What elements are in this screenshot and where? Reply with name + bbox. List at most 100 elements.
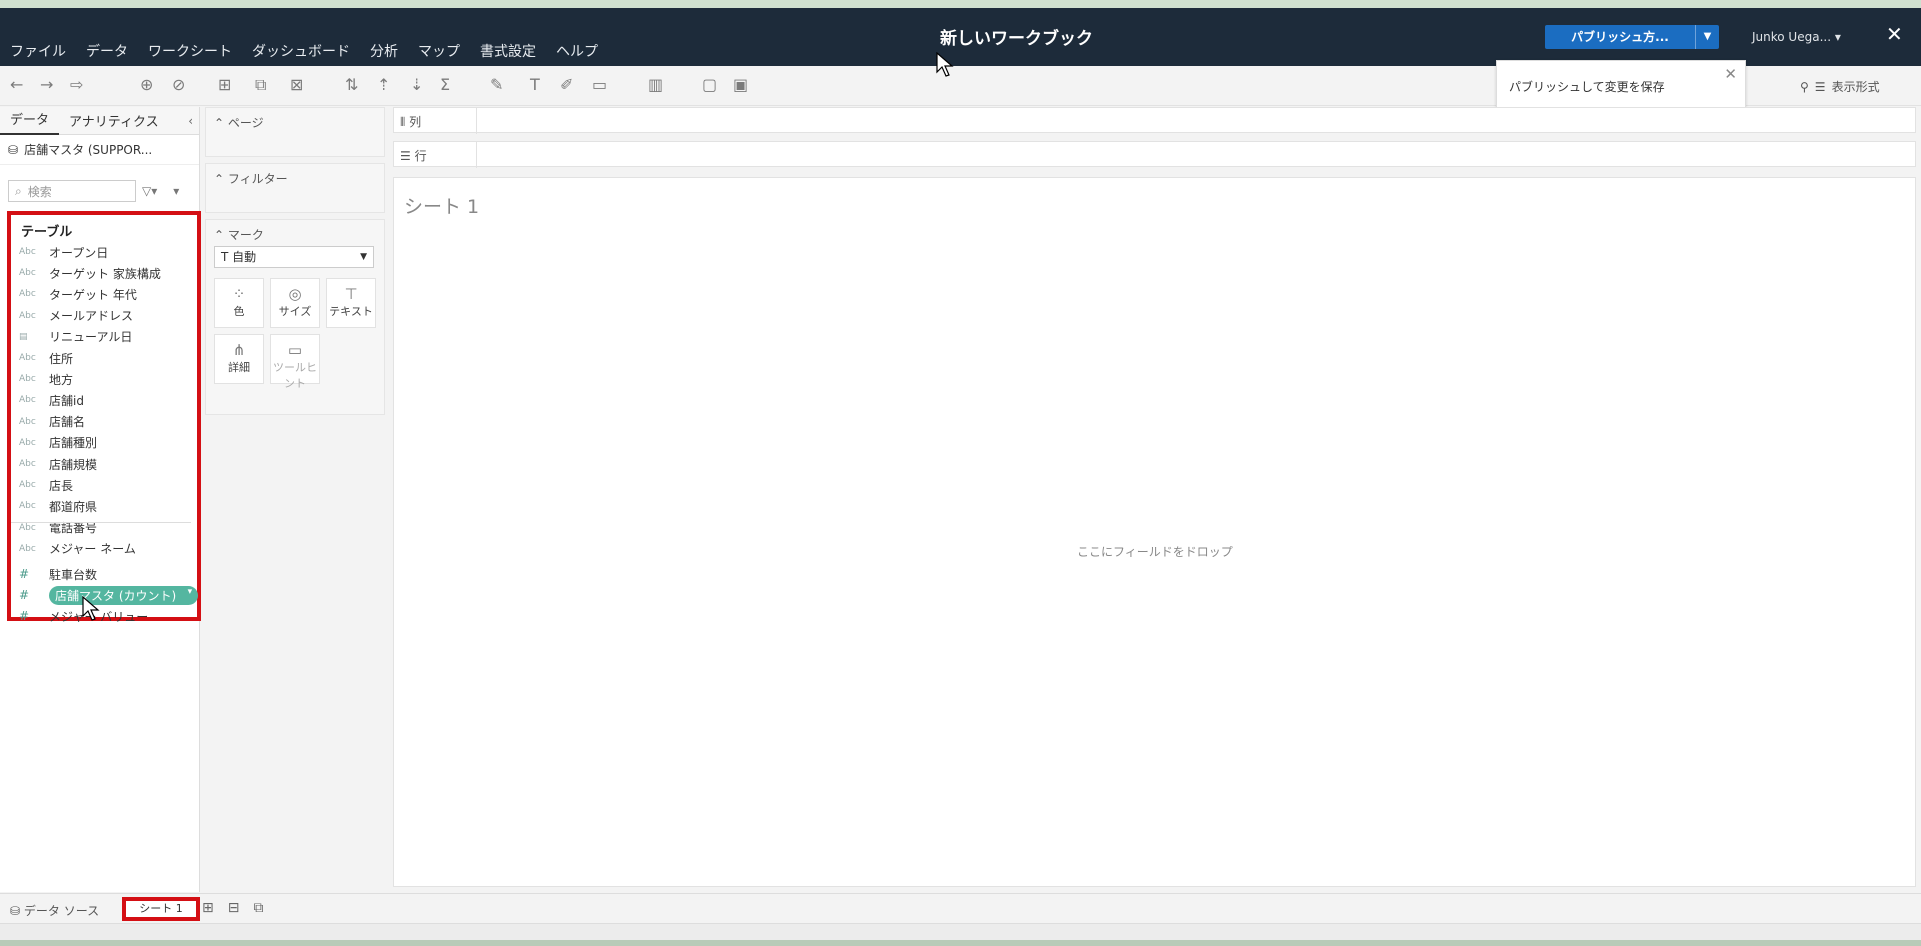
pause-updates-icon[interactable]: ⊘ [172, 75, 185, 94]
pages-header: ⌃ ページ [214, 116, 264, 130]
filter-icon[interactable]: ▽▾ [142, 184, 157, 198]
publish-label[interactable]: パブリッシュ方... [1545, 25, 1695, 49]
columns-shelf[interactable]: ⦀ 列 [393, 107, 1916, 134]
field-item[interactable]: Abc オープン日 [19, 243, 108, 261]
new-worksheet-icon[interactable]: ⊞ [218, 75, 231, 94]
field-name-text: 店舗マスタ (カウント) [55, 588, 177, 603]
sheet-tab[interactable]: シート 1 [122, 897, 200, 921]
menu-analysis[interactable]: 分析 [370, 41, 398, 61]
presentation-icon[interactable]: ▣ [733, 75, 748, 94]
field-item[interactable]: Abc 地方 [19, 370, 73, 388]
publish-dropdown-icon[interactable]: ▼ [1695, 25, 1719, 49]
sort-asc-icon[interactable]: ⇡ [377, 75, 390, 94]
field-item[interactable]: Abc 住所 [19, 349, 73, 367]
size-button[interactable]: ◎ サイズ [270, 278, 320, 328]
tooltip-close-icon[interactable]: ✕ [1724, 65, 1737, 83]
sum-icon[interactable]: Σ [440, 75, 450, 94]
tab-analytics[interactable]: アナリティクス [59, 111, 169, 130]
new-dashboard-icon[interactable]: ⊟ [228, 900, 240, 916]
field-item[interactable]: Abc 店舗名 [19, 413, 85, 431]
clear-sheet-icon[interactable]: ⊠ [290, 75, 303, 94]
size-icon: ◎ [288, 285, 302, 303]
color-button[interactable]: ⁘ 色 [214, 278, 264, 328]
text-icon: T [221, 250, 229, 264]
rows-shelf[interactable]: ☰ 行 [393, 141, 1916, 168]
pane-menu-icon[interactable]: ▾ [173, 184, 179, 198]
field-item[interactable]: Abc ターゲット 家族構成 [19, 264, 161, 282]
tooltip-button[interactable]: ▭ ツールヒント [270, 334, 320, 390]
new-datasource-icon[interactable]: ⊕ [140, 75, 153, 94]
highlight-icon[interactable]: ✎ [490, 75, 503, 94]
menu-data[interactable]: データ [86, 41, 128, 61]
pane-tabs: データ アナリティクス ‹ [0, 107, 199, 135]
fit-icon[interactable]: ▭ [592, 75, 607, 94]
close-icon[interactable]: ✕ [1886, 22, 1903, 46]
new-worksheet-icon[interactable]: ⊞ [202, 900, 214, 916]
collapse-pane-icon[interactable]: ‹ [188, 114, 193, 128]
field-name: ターゲット 年代 [49, 287, 137, 302]
format-icon: ☰ [1814, 79, 1826, 94]
pin-icon[interactable]: ⚲ [1800, 80, 1809, 94]
string-type-icon: Abc [19, 543, 36, 554]
database-icon: ⛁ [10, 904, 21, 918]
field-name: 店舗名 [49, 415, 86, 430]
swap-icon[interactable]: ⇅ [345, 75, 358, 94]
field-name: 都道府県 [49, 499, 98, 514]
menu-map[interactable]: マップ [418, 41, 460, 61]
pages-card[interactable]: ⌃ ページ [205, 107, 385, 157]
mark-type-select[interactable]: T 自動 ▼ [214, 246, 374, 268]
color-icon: ⁘ [232, 285, 246, 303]
title-bar: ファイル データ ワークシート ダッシュボード 分析 マップ 書式設定 ヘルプ … [0, 8, 1921, 66]
menu-dashboard[interactable]: ダッシュボード [252, 41, 350, 61]
field-name: 店舗id [49, 393, 84, 408]
menu-worksheet[interactable]: ワークシート [148, 41, 232, 61]
drop-field-hint[interactable]: ここにフィールドをドロップ [1077, 543, 1233, 560]
sort-desc-icon[interactable]: ⇣ [410, 75, 423, 94]
datasource-item[interactable]: ⛁ 店舗マスタ (SUPPOR... [0, 135, 199, 165]
sheet-title[interactable]: シート 1 [404, 192, 479, 219]
number-type-icon: # [19, 567, 30, 581]
format-control[interactable]: ⚲ ☰ 表示形式 [1800, 78, 1880, 95]
detail-button[interactable]: ⋔ 詳細 [214, 334, 264, 384]
field-item[interactable]: Abc 都道府県 [19, 497, 97, 515]
annotate-icon[interactable]: ✐ [560, 75, 573, 94]
field-item[interactable]: Abc メールアドレス [19, 307, 133, 325]
measure-item[interactable]: # 駐車台数 [19, 565, 97, 583]
replay-icon[interactable]: ⇨ [70, 75, 83, 94]
chevron-down-icon[interactable]: ▾ [188, 587, 193, 597]
new-story-icon[interactable]: ⧉ [253, 900, 263, 916]
tooltip-toggle-icon[interactable]: ▢ [702, 75, 717, 94]
redo-icon[interactable]: → [40, 75, 53, 94]
menu-file[interactable]: ファイル [10, 41, 66, 61]
format-label[interactable]: 表示形式 [1832, 78, 1880, 95]
field-item[interactable]: Abc ターゲット 年代 [19, 285, 137, 303]
user-menu[interactable]: Junko Uega... ▾ [1752, 30, 1841, 44]
measure-item[interactable]: # 店舗マスタ (カウント) ▾ [19, 585, 199, 605]
tab-data[interactable]: データ [0, 107, 60, 135]
field-item[interactable]: Abc 店舗規模 [19, 455, 97, 473]
filters-label: フィルター [227, 172, 288, 186]
undo-icon[interactable]: ← [10, 75, 23, 94]
field-item[interactable]: Abc 店舗id [19, 391, 84, 409]
field-item[interactable]: Abc 店舗種別 [19, 434, 97, 452]
datasource-tab-label: データ ソース [23, 904, 100, 918]
show-me-icon[interactable]: ▥ [648, 75, 663, 94]
field-item[interactable]: ▤ リニューアル日 [19, 328, 132, 346]
detail-icon: ⋔ [232, 341, 246, 359]
menu-help[interactable]: ヘルプ [556, 41, 598, 61]
publish-button[interactable]: パブリッシュ方... ▼ [1545, 25, 1719, 49]
string-type-icon: Abc [19, 501, 36, 512]
view-canvas[interactable]: シート 1 ここにフィールドをドロップ [393, 177, 1916, 887]
field-name: 地方 [49, 372, 74, 387]
duplicate-icon[interactable]: ⧉ [255, 75, 266, 95]
menu-format[interactable]: 書式設定 [480, 41, 536, 61]
search-input[interactable]: ⌕ 検索 [8, 180, 136, 202]
field-name: 住所 [49, 351, 74, 366]
text-button[interactable]: ⊤ テキスト [326, 278, 376, 328]
datasource-tab[interactable]: ⛁ データ ソース [10, 902, 99, 919]
field-item[interactable]: Abc 店長 [19, 476, 73, 494]
filters-card[interactable]: ⌃ フィルター [205, 163, 385, 213]
field-item[interactable]: Abc メジャー ネーム [19, 540, 136, 558]
labels-icon[interactable]: T [530, 75, 540, 94]
user-name: Junko Uega... [1752, 30, 1832, 44]
